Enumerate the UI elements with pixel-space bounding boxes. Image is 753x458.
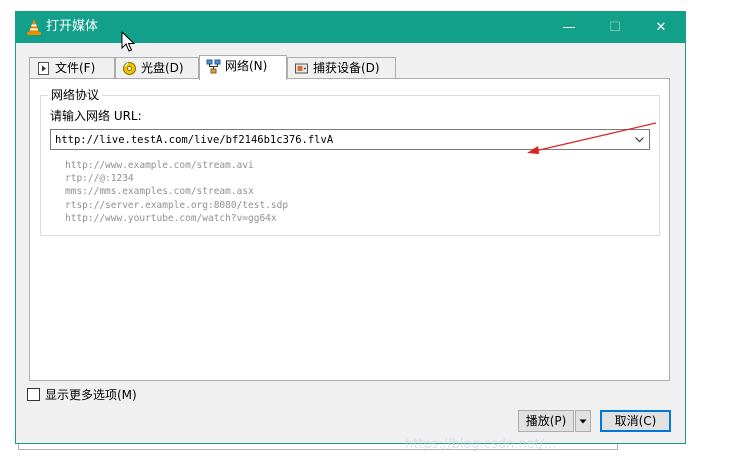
close-button[interactable]: ✕: [638, 12, 684, 43]
play-button[interactable]: 播放(P): [518, 410, 574, 432]
example-url: rtsp://server.example.org:8080/test.sdp: [65, 199, 289, 211]
disc-icon: [123, 62, 136, 75]
tab-strip: 文件(F) 光盘(D) 网络(N) 捕获设备(D): [29, 55, 679, 80]
file-icon: [38, 62, 49, 75]
network-protocol-group: 网络协议 请输入网络 URL: http://www.example.com/s…: [40, 87, 660, 236]
tab-file-label: 文件(F): [55, 61, 96, 75]
example-url: http://www.yourtube.com/watch?v=gg64x: [65, 212, 277, 224]
tab-network-label: 网络(N): [225, 59, 268, 73]
example-url: http://www.example.com/stream.avi: [65, 160, 254, 171]
mouse-pointer-icon: [121, 31, 136, 52]
tab-network[interactable]: 网络(N): [199, 55, 287, 80]
cancel-button[interactable]: 取消(C): [600, 410, 671, 432]
more-options-label: 显示更多选项(M): [45, 388, 137, 402]
play-dropdown-button[interactable]: [575, 410, 591, 432]
watermark: https://blog.csdn.net/...: [405, 437, 557, 452]
play-split-button: 播放(P): [518, 410, 591, 432]
tab-capture-label: 捕获设备(D): [313, 61, 380, 75]
caret-down-icon: [579, 419, 587, 424]
tab-disc[interactable]: 光盘(D): [115, 57, 199, 79]
example-url: mms://mms.examples.com/stream.asx: [65, 186, 254, 198]
tab-file[interactable]: 文件(F): [29, 57, 115, 79]
window-title: 打开媒体: [46, 19, 99, 34]
capture-device-icon: [295, 63, 308, 74]
title-bar[interactable]: 打开媒体 — ☐ ✕: [16, 12, 685, 43]
tab-disc-label: 光盘(D): [141, 61, 184, 75]
tab-capture-device[interactable]: 捕获设备(D): [287, 57, 396, 79]
url-label: 请输入网络 URL:: [50, 109, 142, 123]
network-icon: [206, 59, 221, 74]
minimize-button[interactable]: —: [546, 12, 592, 43]
example-url: rtp://@:1234: [65, 173, 134, 185]
vlc-cone-icon: [27, 19, 41, 35]
url-examples: http://www.example.com/stream.avi rtp://…: [65, 159, 288, 225]
group-title: 网络协议: [48, 87, 103, 103]
red-arrow-annotation: [527, 122, 657, 154]
maximize-button[interactable]: ☐: [592, 12, 638, 43]
open-media-dialog: 打开媒体 — ☐ ✕ 文件(F) 光盘(D) 网络(N) 捕获设备(D) 网络协…: [15, 11, 686, 444]
checkbox[interactable]: [27, 388, 40, 401]
